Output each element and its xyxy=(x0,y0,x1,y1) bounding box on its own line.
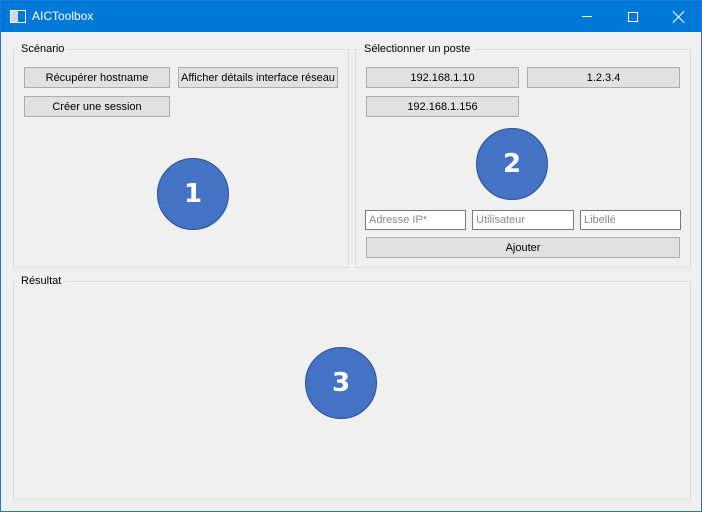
host-button-192-168-1-10[interactable]: 192.168.1.10 xyxy=(366,67,519,88)
add-host-button[interactable]: Ajouter xyxy=(366,237,680,258)
result-group-title: Résultat xyxy=(17,274,66,288)
host-button-192-168-1-156[interactable]: 192.168.1.156 xyxy=(366,96,519,117)
label-input[interactable] xyxy=(580,210,681,230)
result-group: Résultat 3 xyxy=(13,274,691,500)
show-network-interface-button[interactable]: Afficher détails interface réseau xyxy=(178,67,338,88)
app-window-icon xyxy=(10,10,26,23)
minimize-icon xyxy=(582,16,592,17)
marker-badge-2: 2 xyxy=(476,128,548,200)
close-button[interactable] xyxy=(656,1,702,32)
window-title: AICToolbox xyxy=(32,9,94,23)
title-bar[interactable]: AICToolbox xyxy=(1,1,701,32)
marker-badge-3: 3 xyxy=(305,347,377,419)
get-hostname-button[interactable]: Récupérer hostname xyxy=(24,67,170,88)
create-session-button[interactable]: Créer une session xyxy=(24,96,170,117)
host-button-1-2-3-4[interactable]: 1.2.3.4 xyxy=(527,67,680,88)
close-icon xyxy=(673,11,685,23)
minimize-button[interactable] xyxy=(564,1,610,32)
maximize-button[interactable] xyxy=(610,1,656,32)
select-host-group-title: Sélectionner un poste xyxy=(360,42,475,56)
select-host-group: Sélectionner un poste 192.168.1.10 1.2.3… xyxy=(355,42,691,268)
app-window: AICToolbox Scénario Récupérer hostname A… xyxy=(0,0,702,512)
scenario-group: Scénario Récupérer hostname Afficher dét… xyxy=(13,42,349,268)
username-input[interactable] xyxy=(472,210,574,230)
marker-badge-1: 1 xyxy=(157,158,229,230)
ip-address-input[interactable] xyxy=(365,210,466,230)
scenario-group-title: Scénario xyxy=(17,42,69,56)
maximize-icon xyxy=(628,11,638,22)
